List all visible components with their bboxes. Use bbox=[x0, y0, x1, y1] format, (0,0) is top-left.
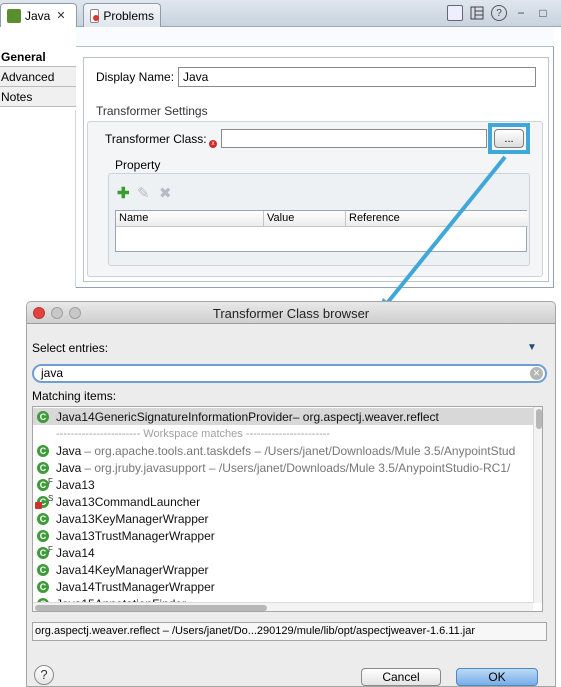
nav-general[interactable]: General bbox=[0, 47, 76, 67]
dialog-title: Transformer Class browser bbox=[212, 306, 370, 321]
dialog-titlebar: Transformer Class browser bbox=[27, 302, 555, 324]
transformer-class-label: Transformer Class: bbox=[105, 132, 207, 146]
class-icon: CF bbox=[37, 545, 53, 559]
horizontal-scroll-thumb[interactable] bbox=[35, 605, 267, 611]
column-header-name[interactable]: Name bbox=[116, 211, 264, 227]
item-name: Java13CommandLauncher bbox=[56, 494, 201, 509]
side-nav-filler bbox=[0, 110, 76, 288]
general-panel: Display Name: Java Transformer Settings … bbox=[83, 57, 549, 282]
class-icon: CF bbox=[37, 477, 53, 491]
editor-header-strip bbox=[76, 27, 554, 47]
list-item[interactable]: C Java13TrustManagerWrapper bbox=[33, 527, 533, 544]
matching-items-label: Matching items: bbox=[32, 389, 117, 403]
error-icon: x bbox=[209, 140, 217, 148]
class-icon: C bbox=[37, 461, 49, 474]
column-header-reference[interactable]: Reference bbox=[346, 211, 528, 227]
transformer-settings-group: Transformer Class: x ... Property ✚ ✎ ✖ … bbox=[87, 121, 543, 277]
list-item[interactable]: C Java14TrustManagerWrapper bbox=[33, 578, 533, 595]
vertical-scroll-thumb[interactable] bbox=[536, 409, 542, 429]
item-name: Java13TrustManagerWrapper bbox=[56, 528, 215, 543]
vertical-scrollbar[interactable] bbox=[533, 407, 542, 603]
selection-status: org.aspectj.weaver.reflect – /Users/jane… bbox=[32, 622, 547, 641]
transformer-class-browser-dialog: Transformer Class browser Select entries… bbox=[26, 301, 556, 687]
item-name: Java14GenericSignatureInformationProvide… bbox=[56, 409, 293, 424]
item-detail: – org.aspectj.weaver.reflect bbox=[292, 409, 439, 424]
item-name: Java bbox=[56, 443, 82, 458]
close-icon[interactable]: ✕ bbox=[56, 9, 65, 22]
help-button[interactable]: ? bbox=[34, 665, 54, 685]
class-icon: C bbox=[37, 580, 49, 593]
class-icon: C bbox=[37, 563, 49, 576]
maximize-icon[interactable]: □ bbox=[535, 5, 551, 21]
editor-tab-bar: Java ✕ Problems ? − □ bbox=[0, 0, 561, 27]
select-entries-label: Select entries: bbox=[32, 341, 109, 355]
layout-icon[interactable] bbox=[469, 5, 485, 21]
class-icon: C bbox=[37, 444, 49, 457]
search-input[interactable]: java bbox=[32, 364, 547, 383]
item-detail: – org.jruby.javasupport – /Users/janet/D… bbox=[84, 460, 511, 475]
item-name: Java13KeyManagerWrapper bbox=[56, 511, 209, 526]
list-item[interactable]: C Java – org.jruby.javasupport – /Users/… bbox=[33, 459, 533, 476]
add-icon[interactable]: ✚ bbox=[117, 184, 130, 202]
browse-button[interactable]: ... bbox=[494, 129, 524, 148]
error-badge-icon bbox=[35, 501, 42, 509]
help-icon[interactable]: ? bbox=[491, 5, 507, 21]
problems-icon bbox=[90, 8, 100, 23]
class-icon: C bbox=[37, 529, 49, 542]
tab-java[interactable]: Java ✕ bbox=[0, 3, 77, 27]
transformer-class-input[interactable] bbox=[221, 129, 487, 148]
ok-button[interactable]: OK bbox=[456, 668, 538, 686]
java-icon bbox=[7, 8, 21, 23]
horizontal-scrollbar[interactable] bbox=[33, 602, 533, 611]
column-header-value[interactable]: Value bbox=[264, 211, 346, 227]
tab-java-label: Java bbox=[25, 8, 51, 23]
cancel-button[interactable]: Cancel bbox=[361, 668, 441, 686]
list-item[interactable]: CF Java13 bbox=[33, 476, 533, 493]
item-name: Java14 bbox=[56, 545, 95, 560]
property-title: Property bbox=[115, 158, 161, 172]
item-name: Java14KeyManagerWrapper bbox=[56, 562, 209, 577]
editor-body: General Advanced Notes Display Name: Jav… bbox=[0, 27, 554, 288]
nav-advanced[interactable]: Advanced bbox=[0, 67, 76, 87]
transformer-settings-title: Transformer Settings bbox=[96, 104, 208, 118]
display-name-input[interactable]: Java bbox=[178, 67, 536, 87]
item-name: Java13 bbox=[56, 477, 95, 492]
class-icon: CS bbox=[35, 494, 53, 509]
item-name: Java bbox=[56, 460, 82, 475]
minimize-icon[interactable]: − bbox=[513, 5, 529, 21]
edit-icon[interactable]: ✎ bbox=[137, 184, 150, 202]
tab-problems-label: Problems bbox=[103, 8, 154, 23]
property-group: ✚ ✎ ✖ Name Value Reference bbox=[108, 173, 530, 266]
class-icon: C bbox=[37, 410, 49, 423]
property-table[interactable]: Name Value Reference bbox=[115, 210, 528, 252]
save-icon[interactable] bbox=[447, 5, 463, 21]
display-name-label: Display Name: bbox=[96, 70, 175, 84]
item-name: Java14TrustManagerWrapper bbox=[56, 579, 215, 594]
side-nav: General Advanced Notes bbox=[0, 47, 76, 107]
clear-search-icon[interactable]: ✕ bbox=[530, 367, 543, 380]
editor-toolbar: ? − □ bbox=[447, 5, 551, 21]
list-item[interactable]: C Java – org.apache.tools.ant.taskdefs –… bbox=[33, 442, 533, 459]
list-item[interactable]: CF Java14 bbox=[33, 544, 533, 561]
class-icon: C bbox=[37, 512, 49, 525]
list-item[interactable]: C Java14KeyManagerWrapper bbox=[33, 561, 533, 578]
matching-items-list[interactable]: C Java14GenericSignatureInformationProvi… bbox=[32, 406, 543, 612]
list-item[interactable]: CS Java13CommandLauncher bbox=[33, 493, 533, 510]
java-transformer-editor: Java ✕ Problems ? − □ General Advanced N… bbox=[0, 0, 561, 288]
workspace-separator: ----------------------- Workspace matche… bbox=[56, 427, 331, 440]
list-item[interactable]: C Java14GenericSignatureInformationProvi… bbox=[33, 408, 533, 425]
tab-problems[interactable]: Problems bbox=[83, 3, 161, 27]
view-menu-icon[interactable]: ▼ bbox=[527, 342, 537, 353]
nav-notes[interactable]: Notes bbox=[0, 87, 76, 107]
item-detail: – org.apache.tools.ant.taskdefs – /Users… bbox=[84, 443, 516, 458]
list-item[interactable]: C Java13KeyManagerWrapper bbox=[33, 510, 533, 527]
delete-icon[interactable]: ✖ bbox=[159, 184, 172, 202]
